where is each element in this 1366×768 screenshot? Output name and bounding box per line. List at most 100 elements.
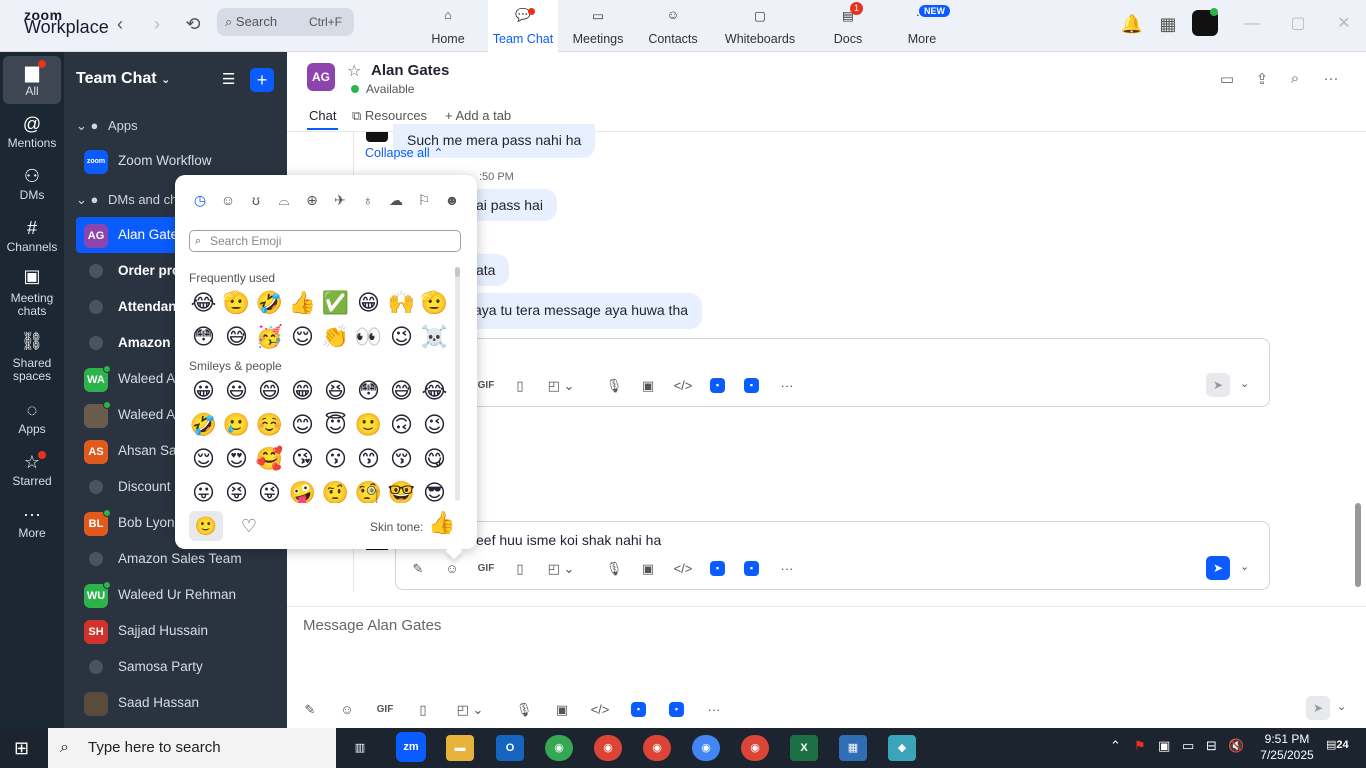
file-icon[interactable]: ▯: [510, 376, 530, 396]
add-tab-button[interactable]: + Add a tab: [445, 108, 511, 123]
screenshot-icon[interactable]: ◰ ⌄: [544, 376, 578, 396]
tab-docs[interactable]: ▤ Docs 1: [826, 0, 870, 52]
video-message-icon[interactable]: ▣: [638, 559, 658, 579]
send-button[interactable]: ➤: [1206, 556, 1230, 580]
emoji-item[interactable]: 😆: [319, 375, 352, 409]
emoji-item[interactable]: 😂: [187, 287, 220, 321]
file-explorer-icon[interactable]: ▬: [446, 735, 474, 761]
contact-name[interactable]: Alan Gates: [371, 62, 449, 79]
more-dots-icon[interactable]: ···: [776, 376, 798, 396]
emoji-item[interactable]: 😳: [352, 375, 385, 409]
calculator-icon[interactable]: ▦: [839, 735, 867, 761]
emoji-item[interactable]: 😄: [253, 375, 286, 409]
excel-icon[interactable]: X: [790, 735, 818, 761]
emoji-item[interactable]: 😉: [385, 321, 418, 355]
close-icon[interactable]: ✕: [1330, 12, 1358, 36]
tab-team-chat[interactable]: 💬 Team Chat: [488, 0, 558, 52]
emoji-item[interactable]: 😗: [319, 443, 352, 477]
animal-category-icon[interactable]: ʊ: [245, 189, 267, 211]
emoji-item[interactable]: 😁: [286, 375, 319, 409]
sidebar-title[interactable]: Team Chat ⌄: [76, 70, 170, 88]
app-icon[interactable]: ▪: [710, 561, 725, 576]
video-call-icon[interactable]: ▭: [1216, 70, 1238, 90]
microphone-icon[interactable]: 🎙: [514, 700, 534, 720]
more-dots-icon[interactable]: ···: [776, 559, 798, 579]
tab-chat[interactable]: Chat: [309, 108, 336, 123]
emoji-item[interactable]: 🥰: [253, 443, 286, 477]
send-button[interactable]: ➤: [1206, 373, 1230, 397]
app-icon[interactable]: ▪: [710, 378, 725, 393]
emoji-item[interactable]: 😎: [418, 477, 451, 503]
skin-tone-selector[interactable]: 👍: [428, 511, 455, 536]
chrome-icon-4[interactable]: ◉: [692, 735, 720, 761]
emoji-item[interactable]: 😙: [352, 443, 385, 477]
screenshot-icon[interactable]: ◰ ⌄: [544, 559, 578, 579]
network-icon[interactable]: ⊟: [1206, 738, 1217, 754]
emoji-item[interactable]: 🤣: [253, 287, 286, 321]
emoji-item[interactable]: 🧐: [352, 477, 385, 503]
emoji-item[interactable]: 🤣: [187, 409, 220, 443]
chevron-up-icon[interactable]: ⌃: [1110, 738, 1121, 754]
emoji-search-input[interactable]: ⌕ Search Emoji: [189, 230, 461, 252]
format-icon[interactable]: ✎: [408, 559, 428, 579]
filter-icon[interactable]: ☰: [222, 70, 242, 90]
emoji-item[interactable]: 🙂: [352, 409, 385, 443]
food-category-icon[interactable]: ⌓: [273, 189, 295, 211]
task-view-icon[interactable]: ▥: [346, 735, 374, 761]
group-apps-header[interactable]: ⌄ ● Apps: [76, 118, 138, 134]
smiley-category-icon[interactable]: ☺: [217, 189, 239, 211]
emoji-item[interactable]: 😀: [187, 375, 220, 409]
emoji-item[interactable]: 👏: [319, 321, 352, 355]
chevron-down-icon[interactable]: ⌄: [1337, 700, 1346, 713]
group-dms-header[interactable]: ⌄ ● DMs and ch: [76, 192, 177, 208]
notification-bell-icon[interactable]: 🔔: [1120, 12, 1144, 36]
emoji-item[interactable]: 😁: [352, 287, 385, 321]
format-icon[interactable]: ✎: [300, 700, 320, 720]
screenshot-icon[interactable]: ◰ ⌄: [450, 700, 490, 720]
emoji-item[interactable]: 🫡: [220, 287, 253, 321]
rail-starred[interactable]: ☆ Starred: [0, 452, 64, 488]
rail-apps[interactable]: ◌ Apps: [0, 400, 64, 436]
code-snippet-icon[interactable]: </>: [672, 559, 694, 579]
rail-shared-spaces[interactable]: ⛓ Shared spaces: [0, 332, 64, 383]
rail-mentions[interactable]: @ Mentions: [0, 114, 64, 150]
emoji-item[interactable]: 🤨: [319, 477, 352, 503]
emoji-item[interactable]: 😚: [385, 443, 418, 477]
search-icon[interactable]: ⌕: [1284, 70, 1306, 90]
symbols-category-icon[interactable]: ☁: [385, 189, 407, 211]
emoji-item[interactable]: 🤪: [286, 477, 319, 503]
tab-meetings[interactable]: ▭ Meetings: [569, 0, 627, 52]
rail-meeting-chats[interactable]: ▣ Meeting chats: [0, 267, 64, 318]
battery-icon[interactable]: ▭: [1182, 738, 1194, 754]
emoji-item[interactable]: 🙌: [385, 287, 418, 321]
new-chat-button[interactable]: +: [250, 68, 274, 92]
calendar-icon[interactable]: ▦: [1156, 12, 1180, 36]
tab-home[interactable]: ⌂ Home: [419, 0, 477, 52]
sidebar-item-saad[interactable]: Saad Hassan: [76, 685, 287, 721]
rail-dms[interactable]: ⚇ DMs: [0, 166, 64, 202]
custom-emoji-icon[interactable]: ☻: [441, 189, 463, 211]
emoji-item[interactable]: 😌: [286, 321, 319, 355]
gif-icon[interactable]: GIF: [374, 700, 396, 720]
draft-text[interactable]: eef huu isme koi shak nahi ha: [476, 532, 661, 548]
global-search[interactable]: ⌕ Search Ctrl+F: [217, 8, 354, 36]
volume-muted-icon[interactable]: 🔇: [1228, 738, 1244, 754]
recent-clock-icon[interactable]: ◷: [189, 189, 211, 211]
emoji-item[interactable]: 😉: [418, 409, 451, 443]
chrome-icon[interactable]: ◉: [545, 735, 573, 761]
rail-channels[interactable]: # Channels: [0, 218, 64, 254]
history-icon[interactable]: ⟲: [181, 12, 205, 36]
notification-center[interactable]: ▤24: [1326, 738, 1349, 756]
app-icon[interactable]: ◆: [888, 735, 916, 761]
emoji-item[interactable]: 😋: [418, 443, 451, 477]
share-screen-icon[interactable]: ⇪: [1251, 70, 1273, 90]
message-input[interactable]: Message Alan Gates: [303, 617, 441, 634]
rail-more[interactable]: ··· More: [0, 504, 64, 540]
reply-editor[interactable]: GIF ▯ ◰ ⌄ 🎙 ▣ </> ▪ ▪ ··· ➤ ⌄: [395, 338, 1270, 407]
taskbar-clock[interactable]: 9:51 PM 7/25/2025: [1256, 731, 1318, 763]
code-snippet-icon[interactable]: </>: [589, 700, 611, 720]
chevron-down-icon[interactable]: ⌄: [1240, 560, 1249, 573]
more-dots-icon[interactable]: ···: [703, 700, 725, 720]
chrome-icon-5[interactable]: ◉: [741, 735, 769, 761]
maximize-icon[interactable]: ▢: [1284, 12, 1312, 36]
